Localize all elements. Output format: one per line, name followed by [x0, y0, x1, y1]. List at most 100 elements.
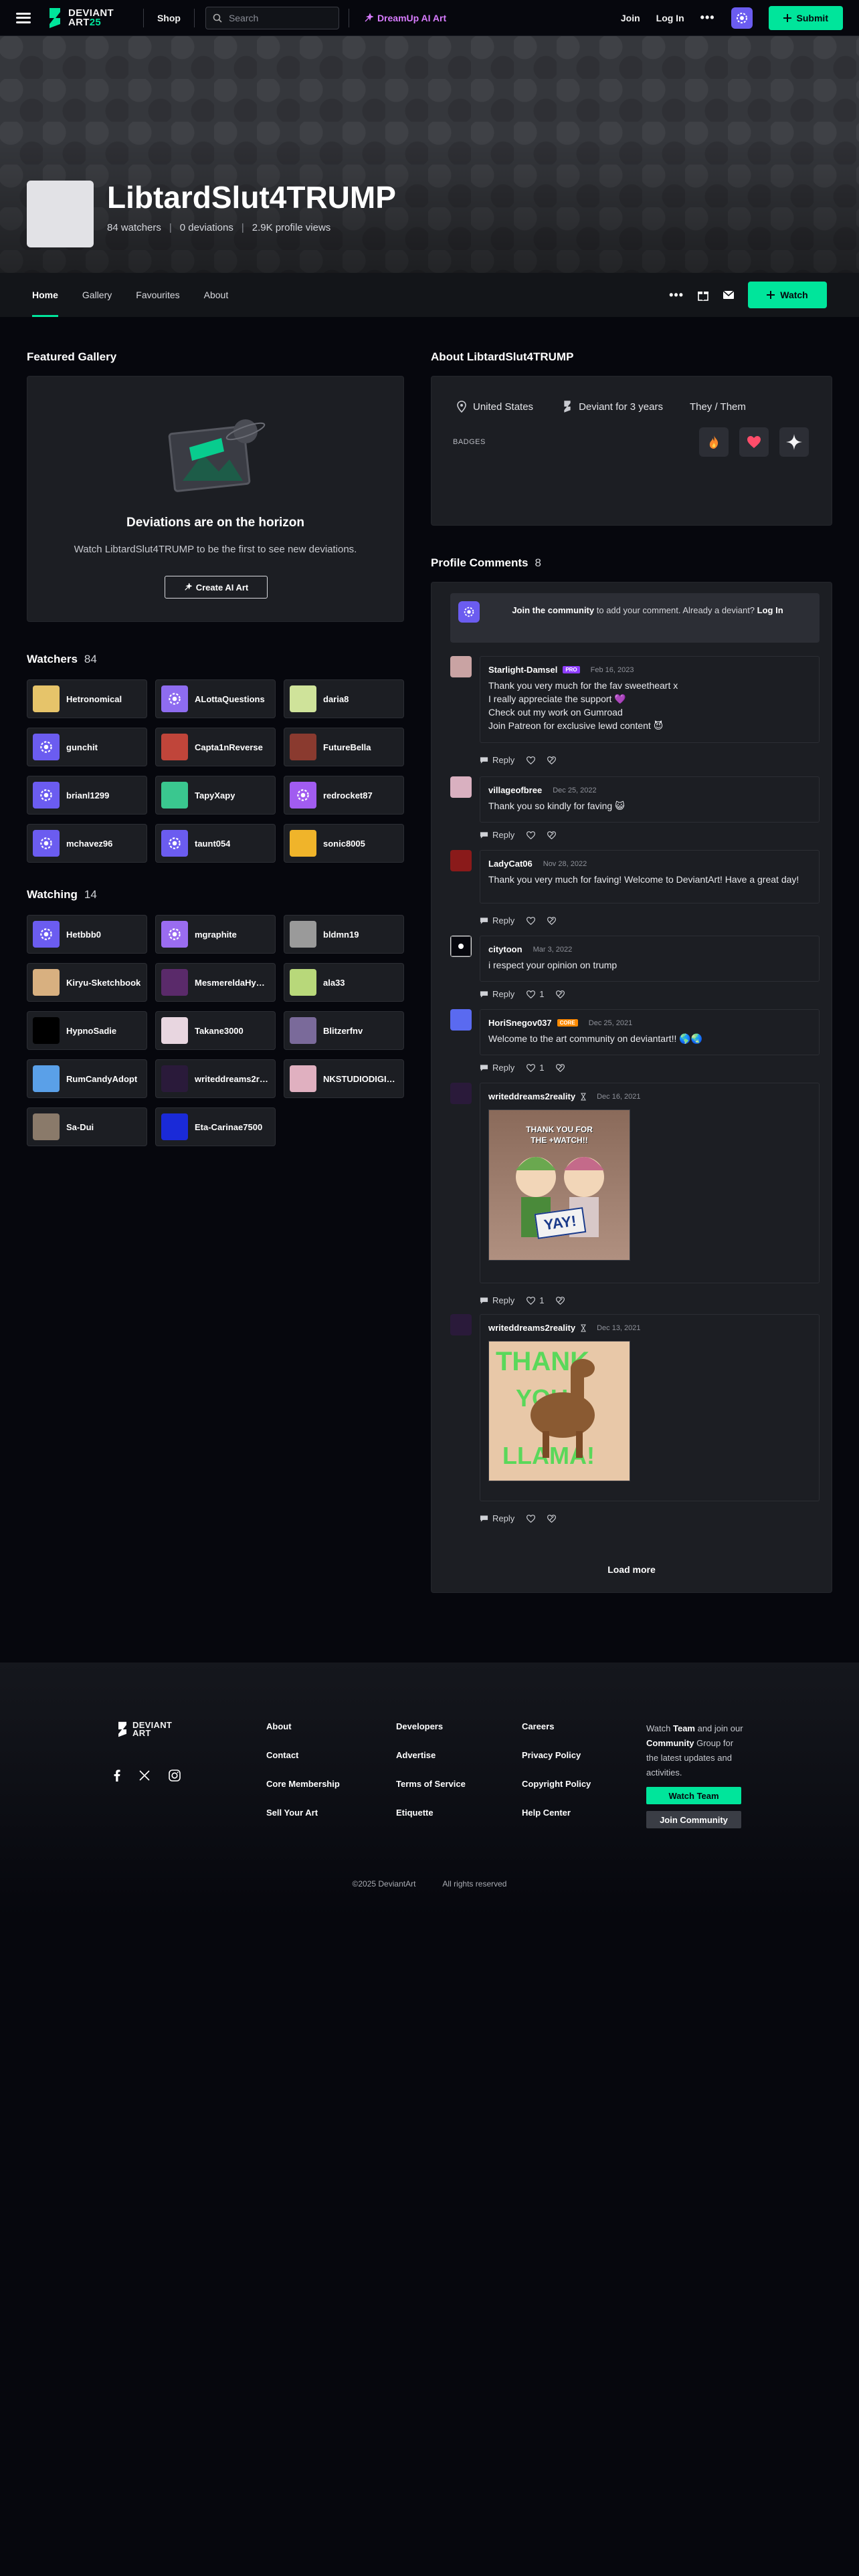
login-link[interactable]: Log In — [656, 13, 684, 23]
reply-button[interactable]: Reply — [480, 1513, 514, 1523]
user-name[interactable]: daria8 — [323, 694, 349, 704]
user-name[interactable]: gunchit — [66, 742, 98, 752]
user-card[interactable]: redrocket87 — [284, 776, 404, 815]
load-more-button[interactable]: Load more — [432, 1564, 832, 1575]
user-name[interactable]: bldmn19 — [323, 930, 359, 940]
more-menu-icon[interactable]: ••• — [700, 11, 715, 25]
dislike-button[interactable] — [547, 916, 557, 925]
footer-careers-link[interactable]: Careers — [522, 1721, 591, 1731]
user-name[interactable]: Kiryu-Sketchbook — [66, 978, 140, 988]
user-name[interactable]: Sa-Dui — [66, 1122, 94, 1132]
comment-username[interactable]: HoriSnegov037 — [488, 1018, 552, 1028]
watchers-count[interactable]: 84 watchers — [107, 222, 161, 233]
user-avatar[interactable] — [33, 734, 60, 760]
comment-avatar[interactable] — [450, 1009, 472, 1031]
like-button[interactable]: 1 — [527, 989, 544, 999]
user-avatar[interactable] — [33, 1113, 60, 1140]
tab-gallery[interactable]: Gallery — [82, 273, 112, 317]
dislike-button[interactable] — [556, 990, 565, 998]
user-avatar[interactable] — [290, 1065, 316, 1092]
footer-community-link[interactable]: Community — [646, 1738, 694, 1748]
user-card[interactable]: sonic8005 — [284, 824, 404, 863]
user-card[interactable]: Hetronomical — [27, 679, 147, 718]
like-button[interactable] — [527, 1514, 536, 1523]
user-name[interactable]: Hetbbb0 — [66, 930, 101, 940]
user-card[interactable]: ALottaQuestions — [155, 679, 276, 718]
comment-date[interactable]: Dec 25, 2022 — [553, 786, 596, 794]
user-name[interactable]: Hetronomical — [66, 694, 122, 704]
footer-core-membership-link[interactable]: Core Membership — [266, 1779, 340, 1789]
footer-copyright-link[interactable]: Copyright Policy — [522, 1779, 591, 1789]
user-avatar[interactable] — [290, 830, 316, 857]
user-name[interactable]: mgraphite — [195, 930, 237, 940]
reply-button[interactable]: Reply — [480, 1063, 514, 1073]
dislike-button[interactable] — [547, 1514, 557, 1523]
reply-button[interactable]: Reply — [480, 916, 514, 926]
user-card[interactable]: taunt054 — [155, 824, 276, 863]
instagram-icon[interactable] — [169, 1769, 181, 1782]
comment-date[interactable]: Dec 13, 2021 — [597, 1324, 640, 1332]
dreamup-link[interactable]: DreamUp AI Art — [364, 13, 446, 23]
user-name[interactable]: brianl1299 — [66, 790, 109, 800]
dislike-button[interactable] — [556, 1063, 565, 1072]
user-name[interactable]: MesmereldaHyperion — [195, 978, 270, 988]
user-avatar[interactable] — [731, 7, 753, 29]
facebook-icon[interactable] — [114, 1769, 120, 1782]
profile-avatar[interactable] — [27, 181, 94, 247]
user-card[interactable]: Hetbbb0 — [27, 915, 147, 954]
message-icon[interactable] — [723, 290, 735, 300]
like-button[interactable] — [527, 756, 536, 764]
search-input[interactable] — [228, 12, 329, 23]
user-card[interactable]: daria8 — [284, 679, 404, 718]
comment-username[interactable]: citytoon — [488, 944, 522, 954]
deviations-count[interactable]: 0 deviations — [180, 222, 233, 233]
user-name[interactable]: writeddreams2reality — [195, 1074, 270, 1084]
tab-about[interactable]: About — [204, 273, 229, 317]
user-card[interactable]: gunchit — [27, 728, 147, 766]
footer-about-link[interactable]: About — [266, 1721, 340, 1731]
watch-team-button[interactable]: Watch Team — [646, 1787, 741, 1804]
search-box[interactable] — [205, 6, 339, 29]
user-card[interactable]: HypnoSadie — [27, 1011, 147, 1050]
footer-privacy-link[interactable]: Privacy Policy — [522, 1750, 591, 1760]
footer-logo[interactable]: DEVIANT ART — [116, 1721, 172, 1737]
gift-icon[interactable] — [697, 289, 709, 301]
user-name[interactable]: TapyXapy — [195, 790, 235, 800]
comment-date[interactable]: Dec 16, 2021 — [597, 1093, 640, 1101]
user-avatar[interactable] — [290, 734, 316, 760]
comment-username[interactable]: writeddreams2reality — [488, 1091, 575, 1101]
footer-etiquette-link[interactable]: Etiquette — [396, 1808, 466, 1818]
reply-button[interactable]: Reply — [480, 755, 514, 765]
user-card[interactable]: bldmn19 — [284, 915, 404, 954]
x-twitter-icon[interactable] — [139, 1770, 150, 1781]
user-name[interactable]: redrocket87 — [323, 790, 373, 800]
user-name[interactable]: FutureBella — [323, 742, 371, 752]
user-name[interactable]: taunt054 — [195, 839, 230, 849]
user-avatar[interactable] — [290, 782, 316, 809]
watch-button[interactable]: Watch — [748, 282, 827, 308]
user-avatar[interactable] — [33, 685, 60, 712]
dislike-button[interactable] — [556, 1296, 565, 1305]
footer-advertise-link[interactable]: Advertise — [396, 1750, 466, 1760]
user-name[interactable]: sonic8005 — [323, 839, 365, 849]
user-name[interactable]: ala33 — [323, 978, 345, 988]
badge-heart[interactable] — [739, 427, 769, 457]
user-avatar[interactable] — [161, 685, 188, 712]
user-avatar[interactable] — [161, 1065, 188, 1092]
dislike-button[interactable] — [547, 831, 557, 839]
comment-username[interactable]: Starlight-Damsel — [488, 665, 557, 675]
footer-terms-link[interactable]: Terms of Service — [396, 1779, 466, 1789]
comment-image[interactable]: THANKYOULLAMA! — [488, 1341, 630, 1481]
user-name[interactable]: Blitzerfnv — [323, 1026, 363, 1036]
profile-more-icon[interactable]: ••• — [669, 288, 684, 302]
user-card[interactable]: mchavez96 — [27, 824, 147, 863]
user-avatar[interactable] — [33, 830, 60, 857]
user-card[interactable]: TapyXapy — [155, 776, 276, 815]
comment-avatar[interactable] — [450, 936, 472, 957]
user-card[interactable]: brianl1299 — [27, 776, 147, 815]
user-avatar[interactable] — [161, 921, 188, 948]
user-card[interactable]: Takane3000 — [155, 1011, 276, 1050]
user-name[interactable]: Takane3000 — [195, 1026, 244, 1036]
user-avatar[interactable] — [161, 830, 188, 857]
comment-date[interactable]: Mar 3, 2022 — [533, 946, 573, 954]
